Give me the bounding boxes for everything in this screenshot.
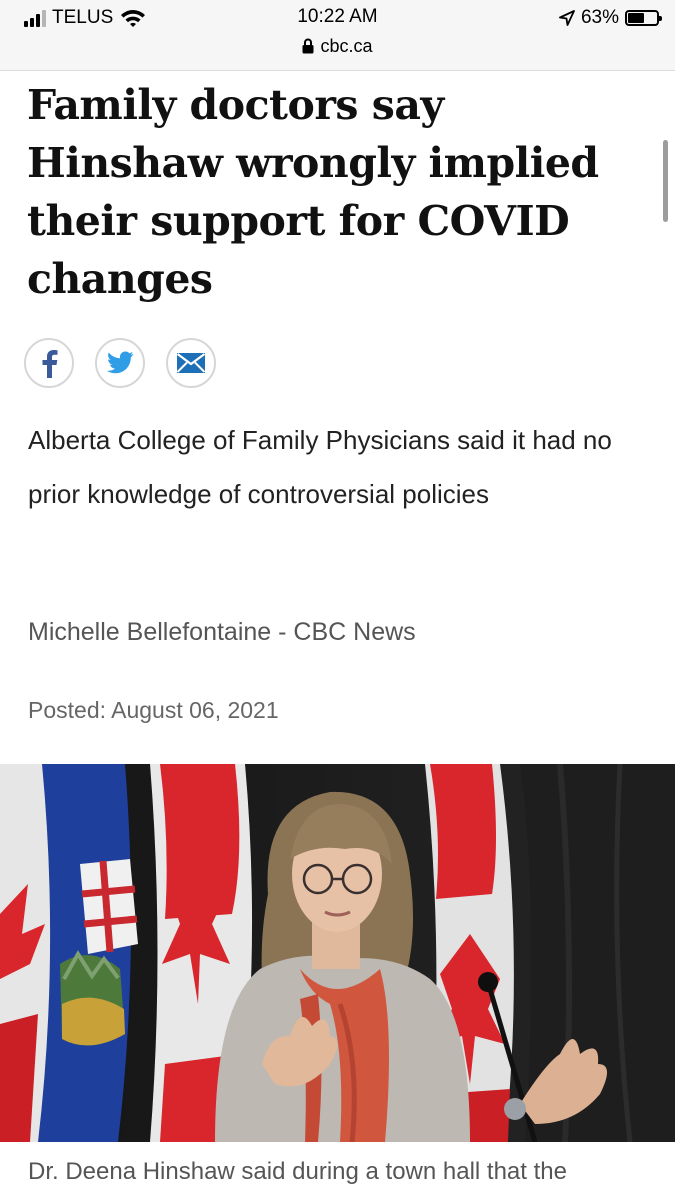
facebook-icon (42, 350, 58, 378)
twitter-share-button[interactable] (95, 338, 145, 388)
share-buttons (24, 338, 216, 388)
scrollbar[interactable] (663, 140, 668, 222)
email-share-button[interactable] (166, 338, 216, 388)
browser-status-bar: TELUS 10:22 AM cbc.ca 63% (0, 0, 675, 71)
status-right: 63% (559, 7, 662, 29)
article-posted-date: Posted: August 06, 2021 (28, 697, 279, 723)
article-subheadline: Alberta College of Family Physicians sai… (28, 425, 612, 509)
lock-icon (302, 38, 314, 54)
photo-hinshaw-press-conference (0, 764, 675, 1142)
photo-caption: Dr. Deena Hinshaw said during a town hal… (28, 1158, 567, 1185)
article-photo (0, 764, 675, 1142)
battery-fill (628, 13, 644, 23)
facebook-share-button[interactable] (24, 338, 74, 388)
url-bar[interactable]: cbc.ca (0, 36, 675, 57)
article-byline: Michelle Bellefontaine - CBC News (28, 618, 416, 646)
twitter-icon (107, 351, 134, 374)
battery-nub (659, 16, 662, 21)
battery-icon (625, 10, 662, 26)
location-arrow-icon (559, 10, 575, 26)
battery-percent: 63% (580, 7, 619, 28)
email-icon (176, 353, 206, 373)
article-headline: Family doctors say Hinshaw wrongly impli… (27, 81, 599, 303)
url-text: cbc.ca (320, 36, 373, 56)
